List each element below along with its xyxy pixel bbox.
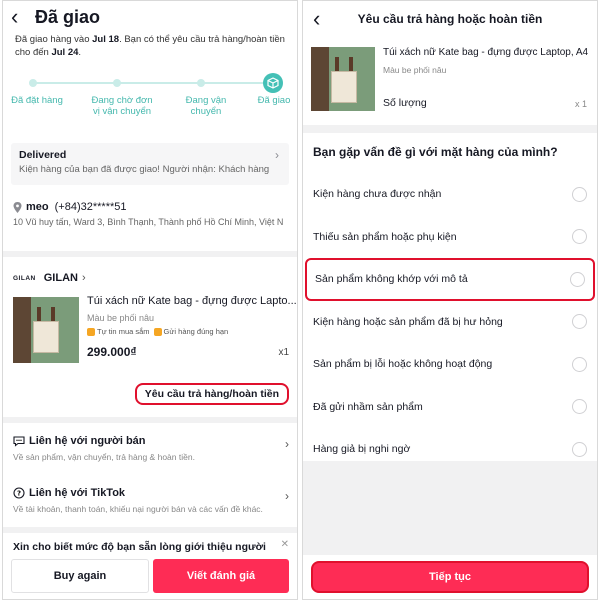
back-icon[interactable]: ‹: [11, 6, 29, 28]
issue-option-label: Sản phẩm bị lỗi hoặc không hoạt động: [313, 358, 493, 371]
step-shipping: Đang vận chuyển: [185, 95, 227, 117]
delivery-status-card[interactable]: Delivered Kiện hàng của bạn đã được giao…: [11, 143, 289, 185]
buy-again-button[interactable]: Buy again: [11, 559, 149, 593]
package-icon: [263, 73, 283, 93]
radio-icon[interactable]: [572, 356, 587, 372]
step-delivered: Đã giao: [257, 95, 291, 106]
issue-option[interactable]: Đã gửi nhầm sản phẩm: [303, 386, 597, 429]
contact-tiktok-subtitle: Về tài khoản, thanh toán, khiếu nại ngườ…: [13, 504, 263, 514]
issue-options: Kiện hàng chưa được nhận Thiếu sản phẩm h…: [303, 173, 597, 471]
contact-seller-title: Liên hệ với người bán: [29, 435, 146, 447]
product-summary: Túi xách nữ Kate bag - đựng được Laptop,…: [303, 37, 597, 125]
location-pin-icon: [13, 201, 22, 213]
radio-icon[interactable]: [570, 271, 585, 287]
chat-icon: [13, 436, 25, 447]
shop-logo: GILAN: [13, 274, 36, 282]
back-icon[interactable]: ‹: [313, 8, 331, 30]
shop-row[interactable]: GILAN GILAN ›: [3, 257, 297, 289]
step-dot: [197, 79, 205, 87]
shipping-address: meo (+84)32*****51 10 Vũ huy tấn, Ward 3…: [3, 185, 297, 251]
contact-seller-row[interactable]: Liên hệ với người bán Về sản phẩm, vận c…: [3, 423, 297, 475]
issue-option[interactable]: Sản phẩm bị lỗi hoặc không hoạt động: [303, 343, 597, 386]
svg-text:?: ?: [17, 490, 21, 498]
issue-option[interactable]: Sản phẩm không khớp với mô tả: [305, 258, 595, 301]
chevron-right-icon: ›: [285, 437, 289, 451]
footer-area: Tiếp tục: [303, 461, 597, 599]
product-price: 299.000₫: [87, 345, 137, 359]
radio-icon[interactable]: [572, 186, 587, 202]
page-title: Yêu cầu trả hàng hoặc hoàn tiền: [357, 12, 543, 26]
progress-line: [31, 82, 277, 84]
continue-button[interactable]: Tiếp tục: [311, 561, 589, 593]
product-image: [311, 47, 375, 111]
recipient-name: meo: [26, 201, 49, 213]
header: ‹ Yêu cầu trả hàng hoặc hoàn tiền: [303, 1, 597, 37]
chevron-right-icon: ›: [275, 148, 279, 162]
shield-icon: [87, 327, 95, 336]
issue-option-label: Sản phẩm không khớp với mô tả: [315, 273, 468, 286]
delivery-status-heading: Delivered: [19, 149, 67, 161]
deadline-date: Jul 24: [51, 47, 79, 58]
radio-icon[interactable]: [572, 314, 587, 330]
quantity-value: x 1: [574, 99, 587, 109]
step-dot: [113, 79, 121, 87]
issue-option-label: Kiện hàng hoặc sản phẩm đã bị hư hỏng: [313, 315, 503, 328]
product-name: Túi xách nữ Kate bag - đựng được Lapto..…: [87, 295, 297, 307]
tag-shopping-confidence: Tự tin mua sắm: [87, 327, 150, 336]
issue-option[interactable]: Kiện hàng hoặc sản phẩm đã bị hư hỏng: [303, 301, 597, 344]
issue-option-label: Đã gửi nhầm sản phẩm: [313, 400, 423, 413]
step-ordered: Đã đặt hàng: [11, 95, 63, 106]
radio-icon[interactable]: [572, 229, 587, 245]
divider: [303, 125, 597, 133]
product-image: [13, 297, 79, 363]
chevron-right-icon: ›: [81, 272, 86, 284]
step-dot: [29, 79, 37, 87]
delivery-status-detail: Kiện hàng của bạn đã được giao! Người nh…: [19, 164, 270, 175]
screenshot-frame: ‹ Đã giao Đã giao hàng vào Jul 18. Bạn c…: [0, 0, 600, 600]
contact-tiktok-row[interactable]: ? Liên hệ với TikTok Về tài khoản, thanh…: [3, 475, 297, 527]
step-awaiting-carrier: Đang chờ đơn vị vận chuyển: [91, 95, 153, 117]
issue-option[interactable]: Thiếu sản phẩm hoặc phụ kiện: [303, 216, 597, 259]
quantity-label: Số lượng: [383, 97, 427, 109]
address-line: 10 Vũ huy tấn, Ward 3, Bình Thạnh, Thành…: [13, 217, 284, 227]
issue-option-label: Kiện hàng chưa được nhận: [313, 188, 442, 201]
rating-prompt: Xin cho biết mức độ bạn sẵn lòng giới th…: [13, 539, 289, 553]
write-review-button[interactable]: Viết đánh giá: [153, 559, 289, 593]
header: ‹ Đã giao: [3, 1, 297, 33]
delivery-date: Jul 18: [92, 34, 120, 45]
contact-seller-subtitle: Về sản phẩm, vận chuyển, trả hàng & hoàn…: [13, 452, 195, 462]
order-detail-screen: ‹ Đã giao Đã giao hàng vào Jul 18. Bạn c…: [2, 0, 298, 600]
recipient-phone: (+84)32*****51: [54, 201, 127, 213]
return-request-screen: ‹ Yêu cầu trả hàng hoặc hoàn tiền Túi xá…: [302, 0, 598, 600]
product-quantity: x1: [278, 347, 289, 358]
contact-tiktok-title: Liên hệ với TikTok: [29, 487, 126, 499]
request-return-refund-button[interactable]: Yêu cầu trả hàng/hoàn tiền: [134, 383, 289, 405]
issue-option-label: Thiếu sản phẩm hoặc phụ kiện: [313, 230, 457, 243]
request-row: Yêu cầu trả hàng/hoàn tiền: [3, 381, 297, 417]
product-name: Túi xách nữ Kate bag - đựng được Laptop,…: [383, 47, 589, 58]
issue-option-label: Hàng giả bị nghi ngờ: [313, 443, 411, 456]
radio-icon[interactable]: [572, 441, 587, 457]
page-title: Đã giao: [35, 6, 101, 27]
shop-name: GILAN: [43, 272, 78, 284]
close-icon[interactable]: ✕: [281, 539, 289, 550]
order-progress: Đã đặt hàng Đang chờ đơn vị vận chuyển Đ…: [3, 63, 297, 143]
bottom-action-bar: Buy again Viết đánh giá: [3, 555, 297, 599]
truck-icon: [153, 327, 162, 336]
issue-option[interactable]: Kiện hàng chưa được nhận: [303, 173, 597, 216]
product-variant: Màu be phối nâu: [87, 313, 155, 323]
help-icon: ?: [13, 487, 25, 499]
chevron-right-icon: ›: [285, 489, 289, 503]
issue-question: Bạn gặp vấn đề gì với mặt hàng của mình?: [313, 145, 558, 159]
product-variant: Màu be phối nâu: [383, 65, 447, 75]
return-deadline-notice: Đã giao hàng vào Jul 18. Bạn có thể yêu …: [15, 34, 285, 58]
radio-icon[interactable]: [572, 399, 587, 415]
tag-on-time-shipping: Gửi hàng đúng hạn: [153, 327, 228, 336]
product-row[interactable]: Túi xách nữ Kate bag - đựng được Lapto..…: [3, 289, 297, 381]
